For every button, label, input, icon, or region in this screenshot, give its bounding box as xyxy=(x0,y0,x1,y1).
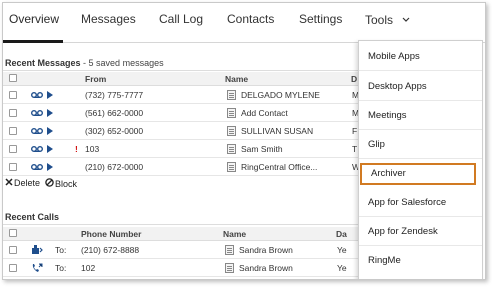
delete-button[interactable]: Delete xyxy=(5,178,40,188)
play-icon[interactable] xyxy=(47,127,53,137)
message-name[interactable]: RingCentral Office... xyxy=(241,162,317,172)
top-nav: Overview Messages Call Log Contacts Sett… xyxy=(3,3,485,43)
message-from[interactable]: (732) 775-7777 xyxy=(85,90,143,100)
row-checkbox[interactable] xyxy=(9,109,17,117)
voicemail-icon xyxy=(31,109,43,119)
message-from[interactable]: (302) 652-0000 xyxy=(85,126,143,136)
recent-calls-title: Recent Calls xyxy=(5,212,60,222)
row-checkbox[interactable] xyxy=(9,127,17,135)
contact-card-icon xyxy=(227,144,236,154)
menu-item-app-for-salesforce[interactable]: App for Salesforce xyxy=(359,189,482,217)
row-checkbox[interactable] xyxy=(9,91,17,99)
tab-settings[interactable]: Settings xyxy=(299,12,342,26)
voicemail-icon xyxy=(31,145,43,155)
block-label: Block xyxy=(55,179,78,189)
row-checkbox[interactable] xyxy=(9,264,17,272)
play-icon[interactable] xyxy=(47,91,53,101)
call-date: Ye xyxy=(337,245,347,255)
tab-tools-label: Tools xyxy=(365,13,394,27)
play-icon[interactable] xyxy=(47,145,53,155)
row-checkbox[interactable] xyxy=(9,163,17,171)
menu-item-glip[interactable]: Glip xyxy=(359,131,482,159)
tab-overview[interactable]: Overview xyxy=(9,12,59,26)
menu-item-mobile-apps[interactable]: Mobile Apps xyxy=(359,43,482,71)
contact-card-icon xyxy=(227,108,236,118)
contact-card-icon xyxy=(227,126,236,136)
block-icon xyxy=(45,178,54,187)
select-all-checkbox[interactable] xyxy=(9,229,17,237)
contact-card-icon xyxy=(225,263,234,273)
tools-dropdown-menu: Mobile Apps Desktop Apps Meetings Glip A… xyxy=(358,40,483,279)
call-name[interactable]: Sandra Brown xyxy=(239,263,293,273)
tab-tools[interactable]: Tools xyxy=(365,12,410,27)
contact-card-icon xyxy=(225,245,234,255)
recent-messages-header: Recent Messages - 5 saved messages xyxy=(3,55,363,71)
tab-call-log[interactable]: Call Log xyxy=(159,12,203,26)
call-phone-number[interactable]: (210) 672-8888 xyxy=(81,245,139,255)
call-name[interactable]: Sandra Brown xyxy=(239,245,293,255)
delete-label: Delete xyxy=(14,178,41,188)
menu-item-app-for-zendesk[interactable]: App for Zendesk xyxy=(359,218,482,246)
message-from[interactable]: 103 xyxy=(85,144,99,154)
play-icon[interactable] xyxy=(47,109,53,119)
col-phone-number: Phone Number xyxy=(81,229,142,239)
row-checkbox[interactable] xyxy=(9,246,17,254)
col-name: Name xyxy=(225,74,249,84)
col-date: D xyxy=(351,74,358,84)
menu-item-desktop-apps[interactable]: Desktop Apps xyxy=(359,73,482,101)
play-icon[interactable] xyxy=(47,163,53,173)
message-date: F xyxy=(352,126,358,136)
fax-phone-icon xyxy=(31,245,43,257)
call-phone-number[interactable]: 102 xyxy=(81,263,95,273)
col-from: From xyxy=(85,74,107,84)
voicemail-icon xyxy=(31,91,43,101)
call-direction: To: xyxy=(55,263,67,273)
menu-item-archiver[interactable]: Archiver xyxy=(360,163,476,185)
row-checkbox[interactable] xyxy=(9,145,17,153)
contact-card-icon xyxy=(227,162,236,172)
recent-messages-count: - 5 saved messages xyxy=(80,58,164,68)
call-direction: To: xyxy=(55,245,67,255)
col-name: Name xyxy=(223,229,247,239)
message-from[interactable]: (561) 662-0000 xyxy=(85,108,143,118)
message-from[interactable]: (210) 672-0000 xyxy=(85,162,143,172)
call-date: Ye xyxy=(337,263,347,273)
message-name[interactable]: DELGADO MYLENE xyxy=(241,90,320,100)
active-tab-indicator xyxy=(3,40,63,43)
chevron-down-icon xyxy=(402,12,410,26)
app-window: Overview Messages Call Log Contacts Sett… xyxy=(2,2,486,280)
message-date: T xyxy=(352,144,358,154)
contact-card-icon xyxy=(227,90,236,100)
select-all-checkbox[interactable] xyxy=(9,74,17,82)
recent-messages-title: Recent Messages xyxy=(5,58,81,68)
menu-item-ringme[interactable]: RingMe xyxy=(359,247,482,275)
voicemail-icon xyxy=(31,127,43,137)
message-name[interactable]: Add Contact xyxy=(241,108,288,118)
message-name[interactable]: Sam Smith xyxy=(241,144,283,154)
urgent-flag-icon: ! xyxy=(75,144,78,154)
menu-item-meetings[interactable]: Meetings xyxy=(359,102,482,130)
voicemail-icon xyxy=(31,163,43,173)
col-date: Da xyxy=(336,229,347,239)
block-button[interactable]: Block xyxy=(45,178,77,189)
outgoing-call-icon xyxy=(31,263,43,275)
recent-calls-header: Recent Calls xyxy=(3,209,363,225)
tab-messages[interactable]: Messages xyxy=(81,12,136,26)
message-name[interactable]: SULLIVAN SUSAN xyxy=(241,126,313,136)
tab-contacts[interactable]: Contacts xyxy=(227,12,274,26)
delete-x-icon xyxy=(5,178,13,186)
